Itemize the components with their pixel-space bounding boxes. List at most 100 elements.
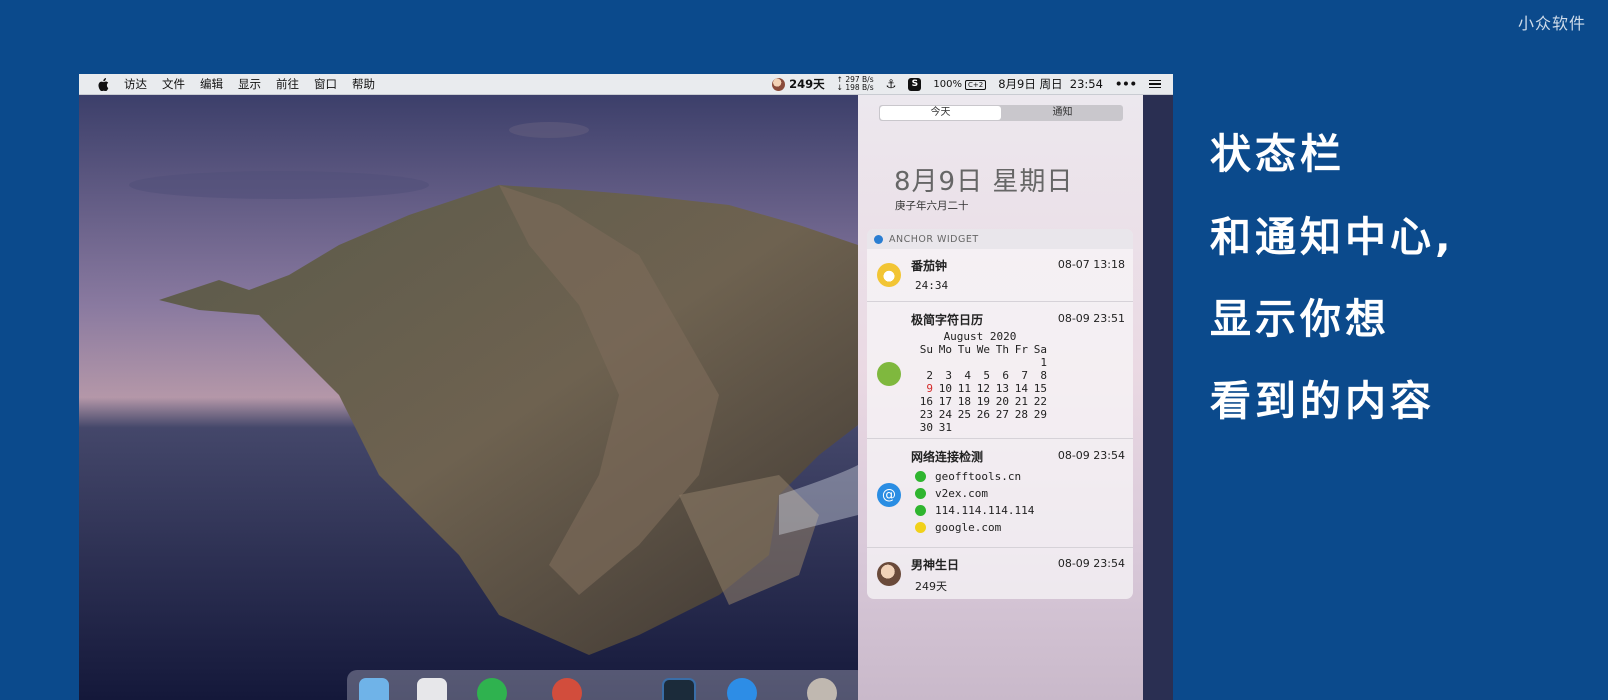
calendar-day	[990, 421, 1009, 434]
item-title: 番茄钟	[911, 259, 948, 273]
calendar-day: 24	[938, 408, 952, 421]
notification-center-icon[interactable]	[1149, 79, 1161, 89]
calendar-day: 2	[926, 369, 933, 382]
weekday: Mo	[938, 343, 952, 356]
item-title: 极简字符日历	[911, 313, 984, 327]
widget-title: ANCHOR WIDGET	[889, 233, 979, 245]
calendar-icon	[877, 362, 901, 386]
calendar-day: 5	[983, 369, 990, 382]
item-time: 08-07 13:18	[1057, 258, 1125, 271]
widget-item-network[interactable]: @ 网络连接检测 08-09 23:54 geofftools.cn v2ex.c…	[867, 439, 1133, 548]
host-row: google.com	[915, 519, 1034, 536]
calendar-day: 14	[1014, 382, 1028, 395]
at-sign-icon: @	[877, 483, 901, 507]
calendar-day: 29	[1033, 408, 1047, 421]
tab-today[interactable]: 今天	[880, 106, 1001, 120]
calendar-day	[1009, 421, 1028, 434]
weekday: Sa	[1033, 343, 1047, 356]
calendar-week: 23 24 25 26 27 28 29	[914, 408, 1047, 421]
widget-item-pomodoro[interactable]: 番茄钟 08-07 13:18 24:34	[867, 249, 1133, 302]
calendar-day: 26	[976, 408, 990, 421]
calendar-day: 6	[1002, 369, 1009, 382]
days-counter-item[interactable]: 249天	[772, 76, 825, 92]
calendar-week: 1	[914, 356, 1047, 369]
calendar-today: 9	[926, 382, 933, 395]
calendar-week: 2345678	[914, 369, 1047, 382]
net-down: ↓ 198 B/s	[836, 83, 874, 92]
tomato-clock-icon	[877, 263, 901, 287]
widget-item-calendar[interactable]: 极简字符日历 08-09 23:51 August 2020 Su Mo Tu …	[867, 302, 1133, 439]
caption-line: 状态栏	[1210, 130, 1345, 178]
dock-green-icon[interactable]	[477, 678, 507, 700]
character-calendar: August 2020 Su Mo Tu We Th Fr Sa 1234567…	[914, 330, 1047, 434]
notification-center: 今天 通知 8月9日 星期日 庚子年六月二十 ANCHOR WIDGET 番茄钟…	[858, 95, 1143, 700]
dock-finder-icon[interactable]	[359, 678, 389, 700]
calendar-month: August 2020	[943, 330, 1017, 343]
widget-item-birthday[interactable]: 男神生日 08-09 23:54 249天	[867, 548, 1133, 600]
calendar-day: 19	[976, 395, 990, 408]
calendar-day: 13	[995, 382, 1009, 395]
calendar-weekdays: Su Mo Tu We Th Fr Sa	[914, 343, 1047, 356]
weekday: We	[976, 343, 990, 356]
caption-line: 和通知中心,	[1210, 213, 1455, 261]
dock-red-icon[interactable]	[552, 678, 582, 700]
calendar-weeks: 1 2 3 4 5 6 7 8 9 10 11 12 13 14 15 16 17 18 19 20 21 22 23 24 2…	[914, 356, 1047, 434]
calendar-day: 15	[1033, 382, 1047, 395]
calendar-day: 1	[1040, 356, 1047, 369]
calendar-day: 3	[945, 369, 952, 382]
calendar-day: 4	[964, 369, 971, 382]
host-name: google.com	[935, 521, 1002, 534]
menu-file[interactable]: 文件	[162, 76, 185, 92]
desktop-wallpaper	[79, 95, 858, 700]
widget-header: ANCHOR WIDGET	[867, 229, 1133, 249]
calendar-week: 30 31	[914, 421, 1047, 434]
menu-help[interactable]: 帮助	[352, 76, 375, 92]
calendar-day	[952, 356, 971, 369]
dock	[347, 670, 867, 700]
pomodoro-value: 24:34	[915, 279, 949, 292]
host-row: 114.114.114.114	[915, 502, 1034, 519]
dock-terminal-icon[interactable]	[662, 678, 696, 700]
item-time: 08-09 23:54	[1057, 557, 1125, 570]
more-icon[interactable]: •••	[1115, 77, 1137, 91]
menu-go[interactable]: 前往	[276, 76, 299, 92]
battery-percent: 100%	[933, 78, 962, 90]
battery-status[interactable]: 100% C+2	[933, 78, 987, 90]
dock-app-icon[interactable]	[417, 678, 447, 700]
menu-edit[interactable]: 编辑	[200, 76, 223, 92]
today-date: 8月9日 星期日	[894, 167, 1074, 197]
calendar-day	[952, 421, 971, 434]
item-title: 网络连接检测	[911, 450, 984, 464]
tab-notifications[interactable]: 通知	[1002, 105, 1123, 121]
calendar-day: 27	[995, 408, 1009, 421]
anchor-menu-icon[interactable]: ⚓︎	[886, 77, 897, 91]
avatar-icon	[772, 77, 786, 91]
mac-screen: 访达 文件 编辑 显示 前往 窗口 帮助 249天 ↑ 297 B/s ↓ 19…	[79, 74, 1173, 700]
menu-finder[interactable]: 访达	[124, 76, 147, 92]
lunar-date: 庚子年六月二十	[895, 200, 969, 212]
host-row: v2ex.com	[915, 485, 1034, 502]
calendar-day	[914, 356, 933, 369]
calendar-day: 10	[938, 382, 952, 395]
clock[interactable]: 8月9日 周日 23:54	[998, 76, 1103, 92]
battery-icon: C+2	[964, 79, 987, 90]
calendar-day: 8	[1040, 369, 1047, 382]
status-dot-icon	[915, 488, 926, 499]
menu-window[interactable]: 窗口	[314, 76, 337, 92]
calendar-day	[933, 356, 952, 369]
host-list: geofftools.cn v2ex.com 114.114.114.114 goog…	[915, 468, 1034, 536]
calendar-day: 7	[1021, 369, 1028, 382]
weekday: Su	[919, 343, 933, 356]
dock-safari-icon[interactable]	[727, 678, 757, 700]
menu-view[interactable]: 显示	[238, 76, 261, 92]
calendar-day: 20	[995, 395, 1009, 408]
calendar-day: 17	[938, 395, 952, 408]
calendar-day: 11	[957, 382, 971, 395]
apple-icon[interactable]	[97, 77, 109, 91]
dock-photo-icon[interactable]	[807, 678, 837, 700]
calendar-day: 18	[957, 395, 971, 408]
anchor-widget: ANCHOR WIDGET 番茄钟 08-07 13:18 24:34 极简字符…	[867, 229, 1133, 599]
host-name: geofftools.cn	[935, 470, 1022, 483]
s-app-icon[interactable]: S	[908, 77, 922, 91]
network-speed[interactable]: ↑ 297 B/s ↓ 198 B/s	[837, 76, 874, 92]
